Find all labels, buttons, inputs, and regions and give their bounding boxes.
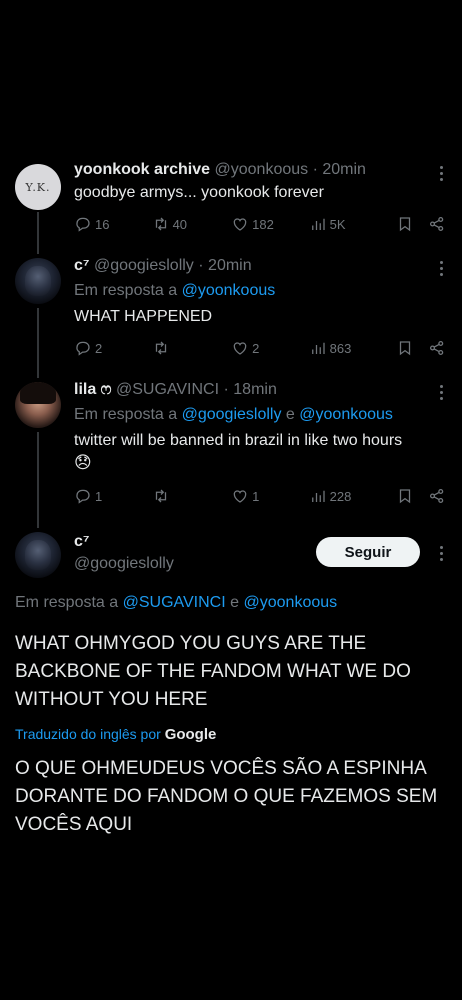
more-icon[interactable]: [438, 261, 444, 279]
views-icon: [311, 490, 325, 502]
bookmark-button[interactable]: [396, 215, 428, 233]
author-name[interactable]: yoonkook archive: [74, 161, 210, 178]
translated-label[interactable]: Traduzido do inglês por: [15, 726, 161, 742]
avatar[interactable]: [15, 532, 61, 578]
avatar[interactable]: [15, 382, 61, 428]
share-button[interactable]: [428, 487, 446, 505]
bookmark-button[interactable]: [396, 487, 428, 505]
reply-to-link[interactable]: @googieslolly: [182, 406, 282, 423]
more-icon[interactable]: [438, 546, 444, 564]
tweet-text: goodbye armys... yoonkook forever: [74, 184, 324, 201]
views-button[interactable]: 5K: [309, 215, 397, 233]
retweet-icon: [155, 341, 166, 355]
view-count: 228: [329, 488, 352, 504]
avatar[interactable]: [15, 258, 61, 304]
reply-count: 16: [95, 216, 110, 232]
retweet-button[interactable]: [152, 339, 232, 357]
reply-context: Em resposta a @SUGAVINCI e @yoonkoous: [15, 592, 448, 614]
reply-count: 1: [95, 488, 103, 504]
emoji: 😞: [74, 453, 92, 472]
avatar-text: Y.K.: [25, 180, 51, 194]
reply-to-link[interactable]: @SUGAVINCI: [123, 594, 226, 611]
reply-button[interactable]: 16: [74, 215, 152, 233]
reply-icon: [76, 217, 90, 232]
view-count: 863: [329, 340, 352, 356]
retweet-icon: [155, 489, 166, 503]
reply-icon: [76, 341, 90, 356]
like-count: 1: [252, 488, 260, 504]
more-icon[interactable]: [438, 385, 444, 403]
follow-button[interactable]: Seguir: [316, 537, 420, 567]
focused-tweet: c⁷ @googieslolly Seguir Em resposta a @S…: [0, 524, 462, 844]
share-icon: [429, 488, 444, 504]
bookmark-button[interactable]: [396, 339, 428, 357]
reply-icon: [76, 489, 90, 504]
reply-button[interactable]: 1: [74, 487, 152, 505]
author-handle[interactable]: @yoonkoous: [215, 161, 309, 178]
tweet-text: twitter will be banned in brazil in like…: [74, 430, 448, 475]
reply-context: Em resposta a @googieslolly e @yoonkoous: [74, 404, 448, 426]
author-handle[interactable]: @SUGAVINCI: [116, 381, 219, 398]
like-icon: [233, 342, 247, 355]
bookmark-icon: [400, 217, 411, 232]
reply-prefix: Em resposta a: [74, 282, 178, 299]
reply-to-link[interactable]: @yoonkoous: [182, 282, 276, 299]
tweet-text: WHAT HAPPENED: [74, 308, 213, 325]
views-icon: [311, 218, 325, 230]
reply-context: Em resposta a @yoonkoous: [74, 280, 448, 302]
reply-prefix: Em resposta a: [74, 406, 178, 423]
bookmark-icon: [400, 489, 411, 504]
share-icon: [429, 216, 444, 232]
author-name[interactable]: lila ෆ: [74, 381, 112, 398]
share-button[interactable]: [428, 215, 446, 233]
like-button[interactable]: 1: [231, 487, 309, 505]
views-button[interactable]: 228: [309, 487, 397, 505]
like-icon: [233, 218, 247, 231]
translated-text: O QUE OHMEUDEUS VOCÊS SÃO A ESPINHA DORA…: [15, 758, 438, 835]
reply-and: e: [285, 406, 295, 423]
reply-to-link[interactable]: @yoonkoous: [299, 406, 393, 423]
like-count: 182: [252, 216, 274, 232]
share-button[interactable]: [428, 339, 446, 357]
timestamp[interactable]: · 20min: [313, 161, 366, 178]
reply-and: e: [230, 594, 240, 611]
like-icon: [233, 490, 247, 503]
share-icon: [429, 340, 444, 356]
views-button[interactable]: 863: [309, 339, 397, 357]
avatar[interactable]: Y.K.: [15, 164, 61, 210]
retweet-icon: [155, 217, 166, 231]
like-count: 2: [252, 340, 260, 356]
like-button[interactable]: 2: [231, 339, 309, 357]
timestamp[interactable]: · 18min: [224, 381, 277, 398]
tweet-2[interactable]: c⁷ @googieslolly · 20min Em resposta a @…: [0, 254, 462, 366]
google-logo: Google: [164, 726, 217, 743]
more-icon[interactable]: [438, 166, 444, 184]
author-handle[interactable]: @googieslolly: [94, 257, 194, 274]
tweet-1[interactable]: Y.K. yoonkook archive @yoonkoous · 20min…: [0, 158, 462, 248]
reply-to-link[interactable]: @yoonkoous: [244, 594, 338, 611]
reply-button[interactable]: 2: [74, 339, 152, 357]
author-name[interactable]: c⁷: [74, 533, 90, 550]
retweet-button[interactable]: 40: [152, 215, 232, 233]
timestamp[interactable]: · 20min: [198, 257, 251, 274]
bookmark-icon: [400, 341, 411, 356]
view-count: 5K: [329, 216, 346, 232]
translation-attribution[interactable]: Traduzido do inglês por Google: [15, 726, 448, 743]
reply-count: 2: [95, 340, 103, 356]
retweet-button[interactable]: [152, 487, 232, 505]
tweet-3[interactable]: lila ෆ @SUGAVINCI · 18min Em resposta a …: [0, 378, 462, 518]
tweet-text-body: twitter will be banned in brazil in like…: [74, 432, 403, 449]
retweet-count: 40: [172, 216, 188, 232]
like-button[interactable]: 182: [231, 215, 309, 233]
views-icon: [311, 342, 325, 354]
reply-prefix: Em resposta a: [15, 594, 119, 611]
author-name[interactable]: c⁷: [74, 257, 90, 274]
tweet-text: WHAT OHMYGOD YOU GUYS ARE THE BACKBONE O…: [15, 633, 411, 710]
